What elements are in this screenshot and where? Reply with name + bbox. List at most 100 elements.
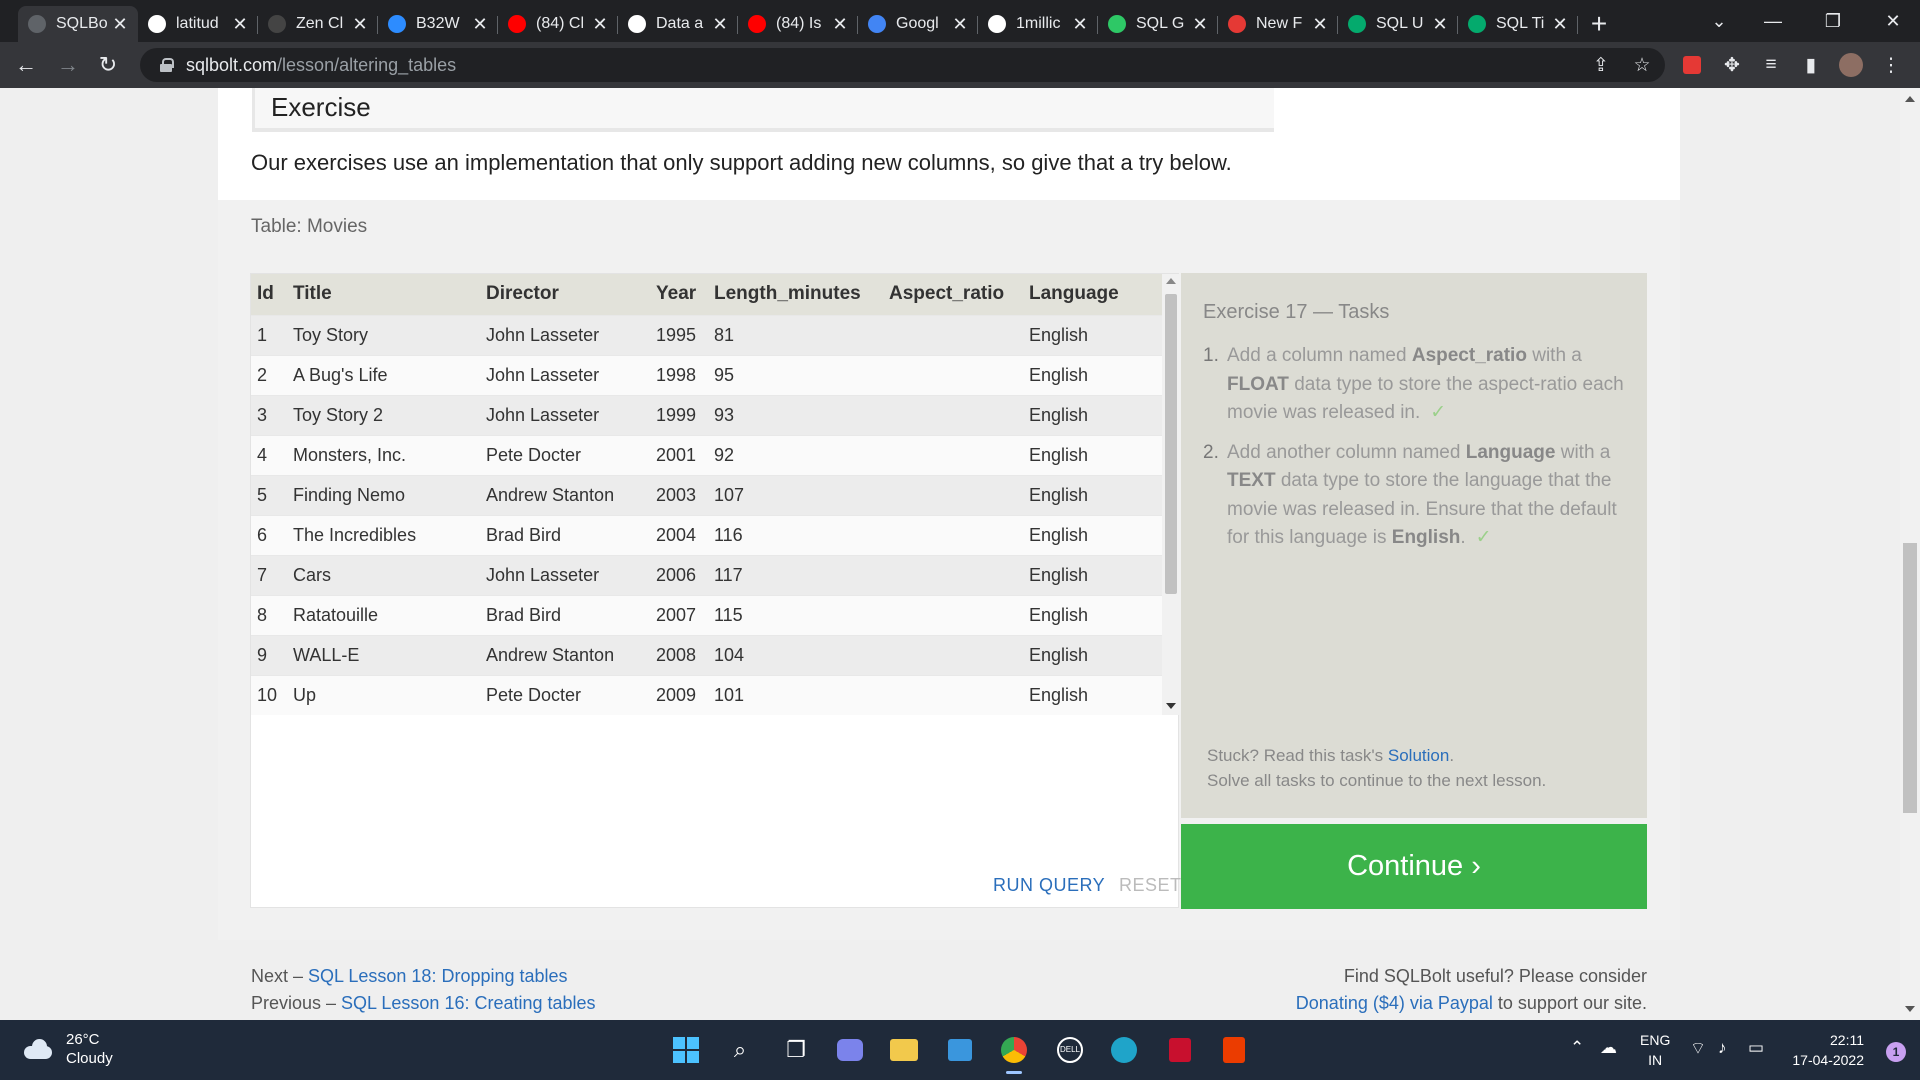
donation-note: Find SQLBolt useful? Please consider Don… [1296, 963, 1647, 1017]
notification-badge[interactable]: 1 [1886, 1042, 1906, 1062]
microsoft-store-icon[interactable] [940, 1030, 980, 1070]
dell-icon[interactable]: DELL [1050, 1030, 1090, 1070]
w3schools-icon [1348, 15, 1366, 33]
tab-close-icon[interactable]: ✕ [232, 14, 248, 35]
extension-shield-icon[interactable] [1679, 52, 1705, 78]
column-header: Title [287, 274, 480, 315]
browser-tab[interactable]: (84) Is ✕ [738, 6, 858, 42]
wifi-icon[interactable]: ⌔ [1690, 1038, 1706, 1059]
task-keyword: Aspect_ratio [1411, 345, 1527, 366]
browser-tab[interactable]: SQL U ✕ [1338, 6, 1458, 42]
tab-close-icon[interactable]: ✕ [832, 14, 848, 35]
table-scroll-thumb[interactable] [1165, 294, 1177, 594]
system-clock[interactable]: 22:11 17-04-2022 [1792, 1030, 1864, 1070]
tab-close-icon[interactable]: ✕ [1192, 14, 1208, 35]
volume-icon[interactable]: ♪ [1718, 1038, 1727, 1058]
browser-tab[interactable]: New F ✕ [1218, 6, 1338, 42]
prev-lesson-link[interactable]: SQL Lesson 16: Creating tables [341, 993, 596, 1013]
browser-tab[interactable]: SQL G ✕ [1098, 6, 1218, 42]
file-explorer-icon[interactable] [884, 1030, 924, 1070]
back-icon[interactable]: ← [10, 50, 42, 80]
table-cell: 3 [251, 394, 287, 435]
run-query-button[interactable]: RUN QUERY [993, 875, 1105, 896]
extensions-puzzle-icon[interactable]: ✥ [1719, 52, 1745, 78]
battery-icon[interactable]: ▭ [1748, 1038, 1764, 1058]
address-toolbar: ← → ↻ sqlbolt.com/lesson/altering_tables… [0, 42, 1920, 88]
page-scroll-thumb[interactable] [1903, 543, 1917, 813]
tab-close-icon[interactable]: ✕ [472, 14, 488, 35]
table-cell: John Lasseter [480, 554, 650, 595]
hackerrank-icon [1108, 15, 1126, 33]
reset-button[interactable]: RESET [1119, 875, 1182, 896]
donate-link[interactable]: Donating ($4) via Paypal [1296, 993, 1493, 1013]
language-indicator[interactable]: ENG IN [1640, 1030, 1670, 1070]
scroll-up-icon[interactable] [1166, 278, 1176, 284]
task-text-part: with a [1555, 441, 1611, 463]
browser-tab[interactable]: Zen Cl ✕ [258, 6, 378, 42]
reload-icon[interactable]: ↻ [92, 50, 124, 80]
solve-all-text: Solve all tasks to continue to the next … [1207, 771, 1547, 790]
next-lesson-link[interactable]: SQL Lesson 18: Dropping tables [308, 966, 568, 986]
tab-close-icon[interactable]: ✕ [352, 14, 368, 35]
table-scrollbar[interactable] [1162, 274, 1180, 715]
tab-search-icon[interactable]: ⌄ [1692, 0, 1746, 42]
tab-close-icon[interactable]: ✕ [712, 14, 728, 35]
tab-close-icon[interactable]: ✕ [1432, 14, 1448, 35]
scroll-down-icon[interactable] [1166, 703, 1176, 709]
bookmark-star-icon[interactable]: ☆ [1629, 52, 1655, 78]
stuck-help: Stuck? Read this task's Solution. Solve … [1207, 743, 1546, 793]
task-view-icon[interactable]: ❐ [776, 1030, 816, 1070]
share-icon[interactable]: ⇪ [1588, 52, 1614, 78]
browser-tab[interactable]: Data a ✕ [618, 6, 738, 42]
tab-close-icon[interactable]: ✕ [952, 14, 968, 35]
browser-tab[interactable]: 1millic ✕ [978, 6, 1098, 42]
browser-tab[interactable]: (84) Cl ✕ [498, 6, 618, 42]
browser-tab[interactable]: SQL Ti ✕ [1458, 6, 1578, 42]
table-cell: Toy Story 2 [287, 394, 480, 435]
tab-close-icon[interactable]: ✕ [592, 14, 608, 35]
lock-icon [160, 58, 174, 72]
profile-avatar[interactable] [1838, 52, 1864, 78]
table-cell: 115 [708, 594, 883, 635]
tab-close-icon[interactable]: ✕ [1552, 14, 1568, 35]
browser-tab[interactable]: SQLBo ✕ [18, 6, 138, 42]
minimize-button[interactable]: — [1746, 0, 1800, 42]
start-windows-icon[interactable] [666, 1030, 706, 1070]
lesson-content: Exercise Our exercises use an implementa… [218, 88, 1680, 1020]
browser-tab[interactable]: Googl ✕ [858, 6, 978, 42]
onedrive-cloud-icon[interactable]: ☁ [1600, 1038, 1617, 1058]
stuck-line: Stuck? Read this task's Solution. [1207, 743, 1546, 768]
forward-icon[interactable]: → [52, 50, 84, 80]
prev-prefix: Previous – [251, 993, 342, 1013]
close-window-button[interactable]: ✕ [1866, 0, 1920, 42]
table-cell: A Bug's Life [287, 354, 480, 395]
edge-icon[interactable] [1104, 1030, 1144, 1070]
restore-button[interactable]: ❐ [1806, 0, 1860, 42]
show-hidden-icons-chevron-icon[interactable]: ⌃ [1570, 1038, 1584, 1058]
solution-link[interactable]: Solution [1388, 746, 1449, 765]
browser-tab[interactable]: B32W ✕ [378, 6, 498, 42]
tab-close-icon[interactable]: ✕ [112, 14, 128, 35]
weather-text: 26°C Cloudy [66, 1030, 113, 1068]
search-icon[interactable]: ⌕ [720, 1030, 760, 1070]
chrome-icon[interactable] [994, 1030, 1034, 1074]
tab-title: 1millic [1016, 15, 1061, 32]
tab-close-icon[interactable]: ✕ [1312, 14, 1328, 35]
new-tab-button[interactable]: + [1578, 6, 1620, 42]
menu-kebab-icon[interactable]: ⋮ [1878, 52, 1904, 78]
weather-widget[interactable]: 26°C Cloudy [22, 1030, 113, 1068]
tab-close-icon[interactable]: ✕ [1072, 14, 1088, 35]
page-scroll-down-icon[interactable] [1905, 1006, 1915, 1012]
browser-tab[interactable]: latitud ✕ [138, 6, 258, 42]
results-table-wrapper[interactable]: Id Title Director Year Length_minutes Aspect_… [251, 274, 1162, 715]
teams-chat-icon[interactable] [830, 1030, 870, 1070]
office-icon[interactable] [1214, 1030, 1254, 1070]
page-scrollbar[interactable] [1900, 88, 1920, 1020]
page-scroll-up-icon[interactable] [1905, 96, 1915, 102]
mcafee-icon[interactable] [1160, 1030, 1200, 1070]
google-icon [148, 15, 166, 33]
media-queue-icon[interactable]: ≡ [1758, 52, 1784, 78]
continue-button[interactable]: Continue › [1181, 824, 1647, 909]
side-panel-icon[interactable]: ▮ [1798, 52, 1824, 78]
url-bar[interactable]: sqlbolt.com/lesson/altering_tables [140, 48, 1665, 82]
